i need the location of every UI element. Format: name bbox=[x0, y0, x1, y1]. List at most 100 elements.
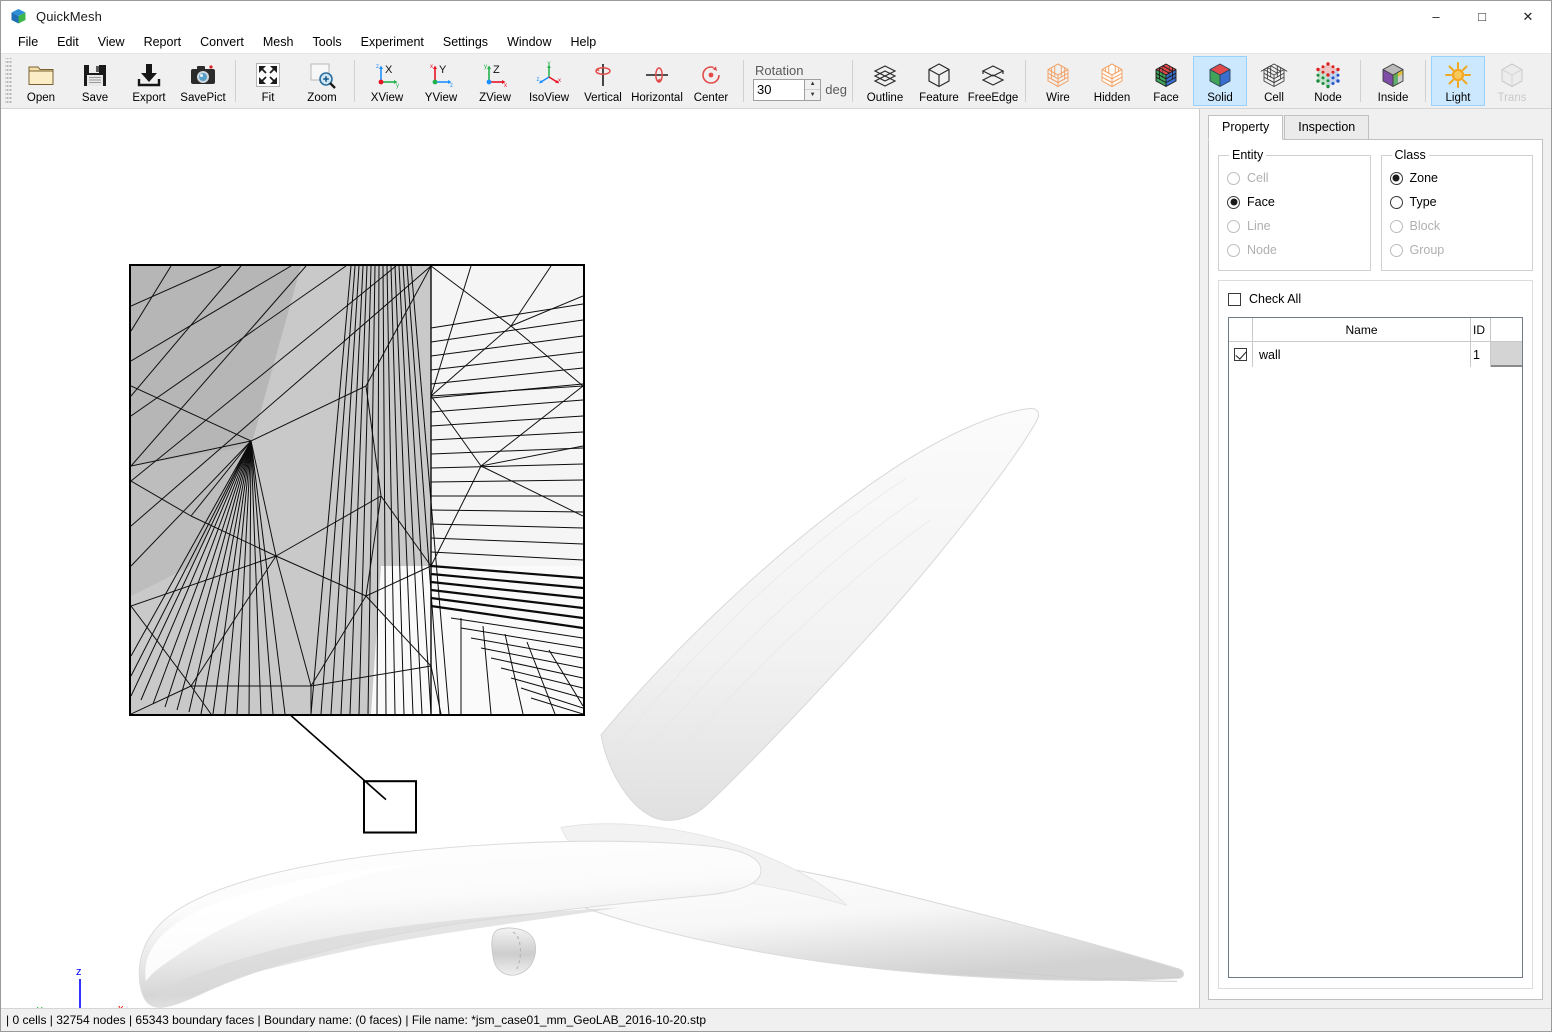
hidden-button[interactable]: Hidden bbox=[1085, 56, 1139, 106]
window-controls: – □ ✕ bbox=[1413, 1, 1551, 31]
layers-icon bbox=[870, 60, 900, 90]
menu-mesh[interactable]: Mesh bbox=[254, 32, 303, 53]
fit-button[interactable]: Fit bbox=[241, 56, 295, 106]
face-button[interactable]: Face bbox=[1139, 56, 1193, 106]
axis-x-label: x bbox=[118, 1003, 124, 1008]
horizontal-rotate-button[interactable]: Horizontal bbox=[630, 56, 684, 106]
rotation-spin-down[interactable]: ▼ bbox=[805, 90, 820, 100]
freeedge-button[interactable]: FreeEdge bbox=[966, 56, 1020, 106]
entity-option-face[interactable]: Face bbox=[1227, 190, 1364, 214]
feature-label: Feature bbox=[919, 92, 959, 104]
rotate-horizontal-icon bbox=[642, 60, 672, 90]
entity-face-label: Face bbox=[1247, 195, 1275, 209]
class-option-group[interactable]: Group bbox=[1389, 238, 1527, 262]
minimize-button[interactable]: – bbox=[1413, 1, 1459, 31]
close-button[interactable]: ✕ bbox=[1505, 1, 1551, 31]
rotation-spin-up[interactable]: ▲ bbox=[805, 80, 821, 90]
viewport-3d[interactable]: z y x bbox=[1, 109, 1199, 1008]
class-option-block[interactable]: Block bbox=[1389, 214, 1527, 238]
menu-view[interactable]: View bbox=[89, 32, 134, 53]
outline-button[interactable]: Outline bbox=[858, 56, 912, 106]
transparent-cube-icon bbox=[1497, 60, 1527, 90]
menu-report[interactable]: Report bbox=[135, 32, 191, 53]
class-group: Class Zone Type Block Group bbox=[1380, 148, 1533, 271]
node-button[interactable]: Node bbox=[1301, 56, 1355, 106]
trans-button[interactable]: Trans bbox=[1485, 56, 1539, 106]
entity-line-label: Line bbox=[1247, 219, 1271, 233]
check-all-row[interactable]: Check All bbox=[1228, 289, 1523, 309]
row-checkbox[interactable] bbox=[1234, 348, 1247, 361]
floppy-disk-icon bbox=[80, 60, 110, 90]
row-check-cell[interactable] bbox=[1229, 342, 1253, 367]
light-button[interactable]: Light bbox=[1431, 56, 1485, 106]
solid-button[interactable]: Solid bbox=[1193, 56, 1247, 106]
rotation-spinner[interactable]: ▲ ▼ bbox=[805, 78, 822, 101]
menu-help[interactable]: Help bbox=[562, 32, 606, 53]
row-id-cell[interactable]: 1 bbox=[1471, 342, 1491, 367]
rotate-vertical-icon bbox=[588, 60, 618, 90]
table-header-row: Name ID bbox=[1229, 318, 1522, 342]
table-empty-area[interactable] bbox=[1229, 367, 1522, 977]
menu-experiment[interactable]: Experiment bbox=[352, 32, 433, 53]
header-extra-col bbox=[1491, 318, 1522, 341]
property-tab-pane: Entity Cell Face Line Node Class Zone Ty… bbox=[1208, 140, 1543, 1000]
wire-button[interactable]: Wire bbox=[1031, 56, 1085, 106]
maximize-button[interactable]: □ bbox=[1459, 1, 1505, 31]
entity-option-line[interactable]: Line bbox=[1227, 214, 1364, 238]
zone-table[interactable]: Name ID wall 1 bbox=[1228, 317, 1523, 978]
center-rotate-button[interactable]: Center bbox=[684, 56, 738, 106]
pers-button[interactable]: Pers bbox=[1539, 56, 1552, 106]
class-option-zone[interactable]: Zone bbox=[1389, 166, 1527, 190]
rotate-center-icon bbox=[696, 60, 726, 90]
mesh-detail-inset bbox=[129, 264, 585, 716]
center-label: Center bbox=[693, 92, 729, 104]
axis-y-label: y bbox=[37, 1004, 43, 1008]
class-option-type[interactable]: Type bbox=[1389, 190, 1527, 214]
menu-tools[interactable]: Tools bbox=[303, 32, 350, 53]
row-color-swatch[interactable] bbox=[1491, 342, 1522, 367]
save-button[interactable]: Save bbox=[68, 56, 122, 106]
savepict-button[interactable]: SavePict bbox=[176, 56, 230, 106]
face-label: Face bbox=[1153, 92, 1179, 104]
zview-button[interactable]: Z y x ZView bbox=[468, 56, 522, 106]
toolbar-separator-7 bbox=[1425, 60, 1426, 102]
menu-file[interactable]: File bbox=[9, 32, 47, 53]
feature-button[interactable]: Feature bbox=[912, 56, 966, 106]
tab-inspection[interactable]: Inspection bbox=[1284, 115, 1370, 140]
toolbar-grip[interactable] bbox=[5, 58, 12, 104]
cell-button[interactable]: Cell bbox=[1247, 56, 1301, 106]
row-name-cell[interactable]: wall bbox=[1253, 342, 1471, 367]
menu-convert[interactable]: Convert bbox=[191, 32, 253, 53]
toolbar-separator-1 bbox=[235, 60, 236, 102]
radio-type-icon bbox=[1389, 195, 1403, 209]
inside-label: Inside bbox=[1377, 92, 1409, 104]
menu-settings[interactable]: Settings bbox=[434, 32, 497, 53]
export-button[interactable]: Export bbox=[122, 56, 176, 106]
open-button[interactable]: Open bbox=[14, 56, 68, 106]
check-all-checkbox[interactable] bbox=[1228, 292, 1241, 306]
application-window: QuickMesh – □ ✕ File Edit View Report Co… bbox=[0, 0, 1552, 1032]
yview-button[interactable]: Y x z YView bbox=[414, 56, 468, 106]
yview-label: YView bbox=[424, 92, 458, 104]
upper-wing bbox=[600, 408, 1040, 821]
menu-edit[interactable]: Edit bbox=[48, 32, 88, 53]
entity-option-node[interactable]: Node bbox=[1227, 238, 1364, 262]
solid-label: Solid bbox=[1207, 92, 1233, 104]
table-row[interactable]: wall 1 bbox=[1229, 342, 1522, 367]
open-label: Open bbox=[26, 92, 56, 104]
svg-text:X: X bbox=[385, 64, 393, 76]
header-id-col[interactable]: ID bbox=[1471, 318, 1491, 341]
entity-option-cell[interactable]: Cell bbox=[1227, 166, 1364, 190]
menu-window[interactable]: Window bbox=[498, 32, 560, 53]
rotation-input[interactable] bbox=[753, 78, 805, 101]
toolbar-separator-2 bbox=[354, 60, 355, 102]
zoom-button[interactable]: Zoom bbox=[295, 56, 349, 106]
check-all-label: Check All bbox=[1249, 292, 1302, 306]
header-name-col[interactable]: Name bbox=[1253, 318, 1471, 341]
isoview-button[interactable]: y z x IsoView bbox=[522, 56, 576, 106]
xview-button[interactable]: X z y XView bbox=[360, 56, 414, 106]
tab-property[interactable]: Property bbox=[1208, 115, 1284, 140]
vertical-rotate-button[interactable]: Vertical bbox=[576, 56, 630, 106]
class-block-label: Block bbox=[1409, 219, 1441, 233]
inside-button[interactable]: Inside bbox=[1366, 56, 1420, 106]
